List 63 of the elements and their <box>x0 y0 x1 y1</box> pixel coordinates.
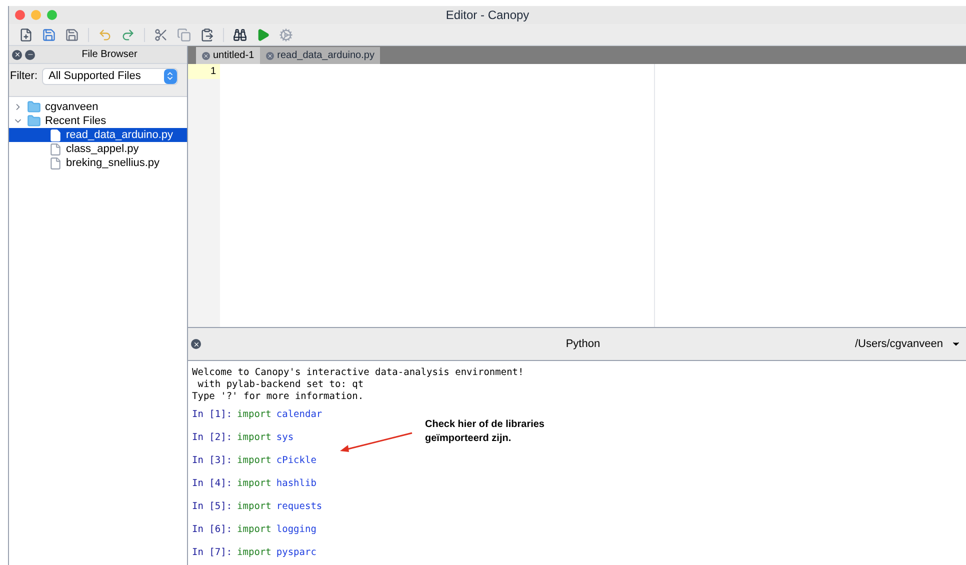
module-name: sys <box>276 432 294 444</box>
file-row[interactable]: class_appel.py <box>9 142 187 156</box>
close-icon[interactable] <box>12 50 22 60</box>
undock-icon[interactable] <box>25 50 35 60</box>
module-name: logging <box>276 524 316 536</box>
console-output: with pylab-backend set to: qt <box>196 379 365 391</box>
close-icon[interactable] <box>191 339 201 349</box>
editor-tab[interactable]: untitled-1 <box>196 47 260 64</box>
panel-title: File Browser <box>80 48 138 62</box>
code-keyword: import <box>237 478 272 490</box>
input-prompt: In [1]: <box>192 409 232 421</box>
python-console[interactable] <box>188 361 966 565</box>
code-keyword: import <box>237 432 272 444</box>
save-icon[interactable] <box>65 28 79 42</box>
arrow-icon <box>338 431 414 453</box>
input-prompt: In [5]: <box>192 501 232 513</box>
panel-title: Python <box>564 336 602 352</box>
file-icon <box>49 156 62 170</box>
directory-dropdown[interactable]: /Users/cgvanveen <box>854 336 963 352</box>
paste-icon[interactable] <box>200 28 214 42</box>
gear-icon[interactable] <box>279 28 293 42</box>
close-icon[interactable] <box>266 52 274 60</box>
input-prompt: In [6]: <box>192 524 232 536</box>
module-name: requests <box>276 501 322 513</box>
close-icon[interactable] <box>202 52 210 60</box>
code-keyword: import <box>237 455 272 467</box>
editor-tab[interactable]: read_data_arduino.py <box>260 47 380 64</box>
folder-row[interactable]: cgvanveen <box>9 100 187 114</box>
run-icon[interactable] <box>256 28 270 42</box>
input-prompt: In [7]: <box>192 547 232 559</box>
console-output: Type '?' for more information. <box>192 391 365 403</box>
cut-icon[interactable] <box>154 28 168 42</box>
filter-dropdown[interactable]: All Supported Files <box>42 68 178 84</box>
module-name: calendar <box>276 409 322 421</box>
redo-icon[interactable] <box>121 28 135 42</box>
file-row[interactable]: read_data_arduino.py <box>9 128 187 142</box>
folder-icon <box>27 100 41 114</box>
dropdown-arrows-icon[interactable] <box>164 68 176 84</box>
window-title: Editor - Canopy <box>446 7 530 24</box>
input-prompt: In [2]: <box>192 432 232 444</box>
binoculars-icon[interactable] <box>233 28 247 42</box>
new-file-icon[interactable] <box>19 28 33 42</box>
file-icon <box>49 128 62 142</box>
module-name: hashlib <box>276 478 316 490</box>
save-icon[interactable] <box>42 28 56 42</box>
module-name: pysparc <box>276 547 316 559</box>
file-row[interactable]: breking_snellius.py <box>9 156 187 170</box>
annotation-text: geïmporteerd zijn. <box>425 432 512 446</box>
line-number: 1 <box>188 64 220 79</box>
input-prompt: In [4]: <box>192 478 232 490</box>
code-keyword: import <box>237 501 272 513</box>
input-prompt: In [3]: <box>192 455 232 467</box>
console-output: Welcome to Canopy's interactive data-analysis environment! <box>192 367 525 379</box>
folder-icon <box>27 114 41 128</box>
module-name: cPickle <box>276 455 316 467</box>
file-icon <box>49 142 62 156</box>
code-keyword: import <box>237 524 272 536</box>
annotation-text: Check hier of de libraries <box>425 418 544 432</box>
code-keyword: import <box>237 409 272 421</box>
copy-icon[interactable] <box>177 28 191 42</box>
code-keyword: import <box>237 547 272 559</box>
filter-label: Filter: <box>10 68 38 84</box>
folder-row[interactable]: Recent Files <box>9 114 187 128</box>
